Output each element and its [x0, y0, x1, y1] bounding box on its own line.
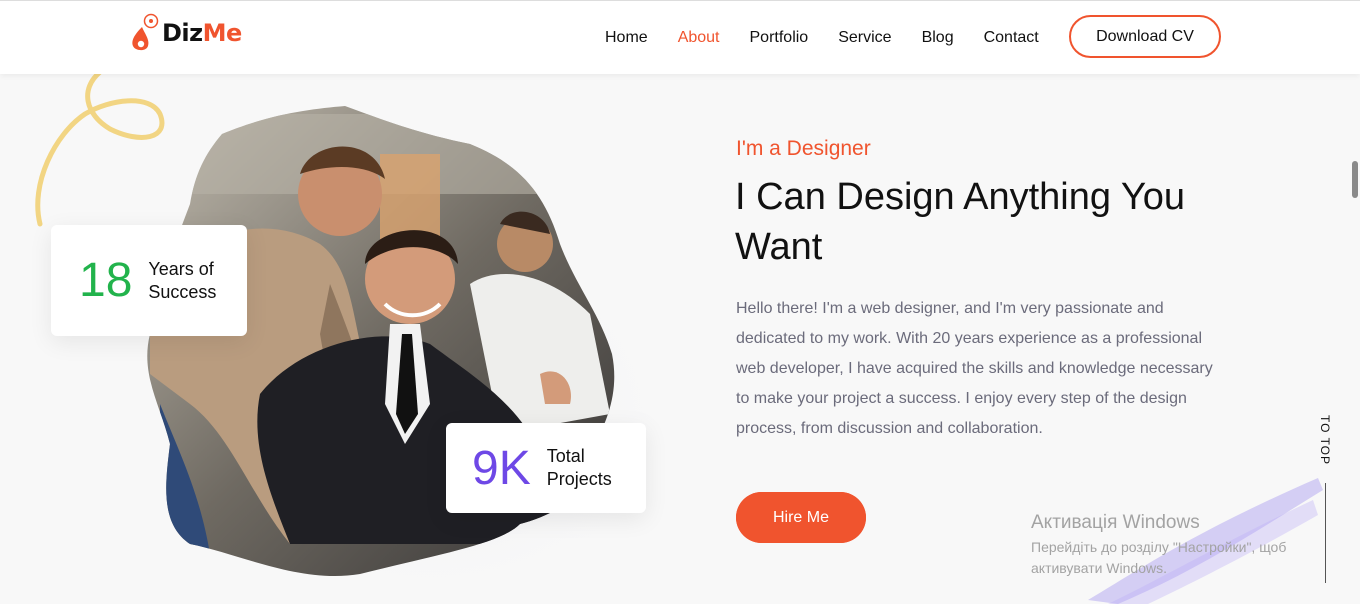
nav-service[interactable]: Service — [838, 29, 891, 47]
hero-description: Hello there! I'm a web designer, and I'm… — [736, 300, 1213, 437]
stat-years-value: 18 — [79, 254, 133, 307]
scrollbar-thumb[interactable] — [1352, 161, 1358, 198]
hero-title: I Can Design Anything You Want — [735, 176, 1186, 268]
stat-card-years: 18 Years of Success — [51, 225, 247, 336]
yellow-squiggle — [35, 74, 165, 227]
stat-projects-value: 9K — [472, 441, 531, 495]
stat-projects-label: Total Projects — [546, 446, 612, 489]
download-cv-button[interactable]: Download CV — [1069, 15, 1221, 58]
to-top-link[interactable]: TO TOP — [1318, 415, 1332, 465]
windows-activation-watermark: Активація Windows Перейдіть до розділу "… — [1031, 512, 1321, 579]
logo-icon — [130, 13, 160, 53]
hire-me-button[interactable]: Hire Me — [736, 492, 866, 543]
page-scrollbar[interactable] — [1350, 74, 1360, 604]
stat-card-projects: 9K Total Projects — [446, 423, 646, 513]
stat-years-label: Years of Success — [148, 258, 217, 302]
site-header: DizMe Home About Portfolio Service Blog … — [0, 0, 1360, 74]
nav-blog[interactable]: Blog — [922, 29, 954, 47]
to-top-line — [1325, 483, 1326, 583]
main-nav: Home About Portfolio Service Blog Contac… — [605, 29, 1069, 47]
hero-subtitle: I'm a Designer — [736, 137, 871, 160]
watermark-line1: Перейдіть до розділу "Настройки", щоб — [1031, 539, 1287, 555]
watermark-title: Активація Windows — [1031, 512, 1200, 533]
logo[interactable]: DizMe — [130, 13, 242, 53]
nav-portfolio[interactable]: Portfolio — [750, 29, 809, 47]
logo-text: DizMe — [162, 19, 242, 47]
watermark-line2: активувати Windows. — [1031, 560, 1167, 576]
nav-about[interactable]: About — [678, 29, 720, 47]
nav-contact[interactable]: Contact — [984, 29, 1039, 47]
hero-photo — [35, 74, 690, 604]
nav-home[interactable]: Home — [605, 29, 648, 47]
